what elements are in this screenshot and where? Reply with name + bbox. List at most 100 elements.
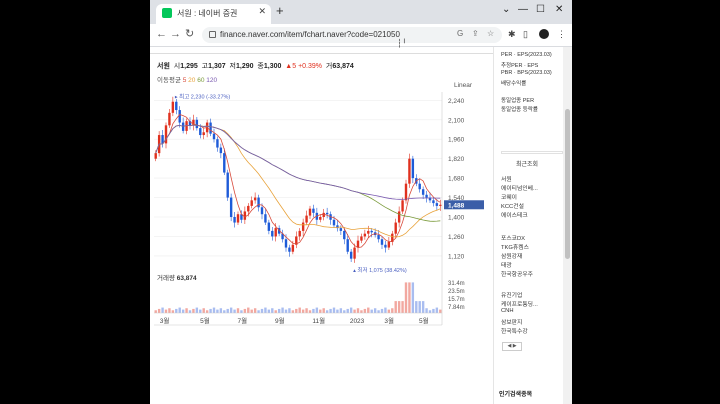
candle-body bbox=[236, 214, 240, 223]
x-tick-label: 3월 bbox=[384, 316, 394, 325]
candle-body bbox=[363, 233, 367, 237]
close-window-icon[interactable]: ✕ bbox=[555, 4, 563, 16]
candle-body bbox=[325, 212, 329, 215]
volume-bar bbox=[312, 308, 315, 313]
naver-favicon-icon bbox=[162, 8, 172, 18]
bookmark-star-icon[interactable]: ☆ bbox=[487, 29, 494, 38]
volume-bar bbox=[185, 308, 188, 313]
volume-bar bbox=[178, 307, 181, 313]
share-icon[interactable]: ⇪ bbox=[472, 29, 479, 38]
candle-body bbox=[271, 230, 274, 237]
recent-item[interactable]: 한국항공우주 bbox=[501, 269, 533, 278]
browser-window: 서원 : 네이버 증권 ✕ + ⌄ — ☐ ✕ ← → ↻ finance.na… bbox=[150, 0, 572, 404]
x-tick-label: 5월 bbox=[200, 316, 210, 325]
minimize-icon[interactable]: — bbox=[518, 4, 528, 16]
reload-icon[interactable]: ↻ bbox=[185, 27, 194, 41]
extensions-icon[interactable]: ✱ bbox=[508, 28, 516, 40]
volume-bar bbox=[226, 308, 229, 313]
recent-item[interactable]: 유진기업 bbox=[501, 290, 522, 299]
volume-panel-label: 거래량 63,874 bbox=[157, 272, 197, 282]
volume-tick-label: 31.4m bbox=[448, 281, 465, 287]
volume-bar bbox=[154, 310, 157, 313]
recent-pager[interactable]: ◀ ▶ bbox=[502, 342, 522, 351]
recent-item[interactable]: 삼원강재 bbox=[501, 251, 522, 260]
scrollbar-thumb[interactable] bbox=[565, 109, 570, 259]
volume-bar bbox=[346, 308, 349, 313]
back-icon[interactable]: ← bbox=[156, 27, 167, 41]
new-tab-button[interactable]: + bbox=[276, 4, 284, 18]
high-annotation: ▸ 최고 2,230 (-33.27%) bbox=[175, 93, 231, 101]
volume-bar bbox=[380, 308, 384, 313]
recent-item[interactable]: 에이스테크 bbox=[501, 210, 528, 219]
candle-body bbox=[312, 208, 315, 213]
volume-bar bbox=[384, 307, 387, 313]
volume-bar bbox=[349, 307, 353, 313]
volume-bar bbox=[274, 310, 277, 313]
low-annotation: ▴ 최저 1,075 (38.42%) bbox=[353, 266, 407, 274]
recent-item[interactable]: 포스코DX bbox=[501, 233, 525, 242]
candle-body bbox=[308, 208, 312, 216]
candle-body bbox=[418, 183, 421, 190]
candle-body bbox=[264, 214, 267, 223]
address-bar[interactable]: finance.naver.com/item/fchart.naver?code… bbox=[202, 27, 502, 43]
recent-item[interactable]: TKG휴켐스 bbox=[501, 242, 529, 251]
candle-body bbox=[435, 203, 439, 206]
candle-body bbox=[247, 205, 250, 212]
volume-bar bbox=[157, 308, 161, 313]
tab-active[interactable]: 서원 : 네이버 증권 ✕ bbox=[156, 4, 271, 24]
candle-body bbox=[284, 239, 288, 248]
candle-body bbox=[250, 200, 253, 206]
volume-bar bbox=[428, 310, 432, 313]
recent-item[interactable]: 에이티넘인베... bbox=[501, 183, 538, 192]
volume-tick-label: 15.7m bbox=[448, 297, 465, 303]
candle-body bbox=[219, 147, 223, 154]
forward-icon[interactable]: → bbox=[170, 27, 181, 41]
google-icon[interactable]: G bbox=[457, 29, 463, 38]
volume-bar bbox=[284, 309, 288, 313]
tab-close-icon[interactable]: ✕ bbox=[258, 6, 266, 17]
volume-bar bbox=[168, 308, 171, 313]
candle-body bbox=[267, 222, 271, 231]
chevron-down-icon[interactable]: ⌄ bbox=[502, 4, 510, 16]
volume-bar bbox=[199, 309, 202, 313]
volume-bar bbox=[240, 310, 243, 313]
price-chart[interactable]: 2,2402,1001,9601,8201,6801,5401,4001,260… bbox=[150, 47, 493, 404]
recent-item[interactable]: CNH bbox=[501, 308, 514, 314]
volume-bar bbox=[212, 307, 216, 313]
recent-item[interactable]: KCC건설 bbox=[501, 201, 524, 210]
ma120-line bbox=[155, 124, 441, 200]
volume-bar bbox=[377, 310, 380, 313]
y-tick-label: 2,100 bbox=[448, 117, 465, 124]
volume-bar bbox=[301, 309, 305, 313]
volume-bar bbox=[305, 308, 308, 313]
url-text[interactable]: finance.naver.com/item/fchart.naver?code… bbox=[220, 30, 400, 39]
maximize-icon[interactable]: ☐ bbox=[536, 4, 545, 16]
candle-body bbox=[360, 236, 363, 241]
candle-body bbox=[339, 228, 343, 231]
candle-body bbox=[243, 211, 247, 220]
recent-item[interactable]: 서원 bbox=[501, 174, 512, 183]
volume-bar bbox=[161, 307, 164, 313]
candle-body bbox=[349, 251, 353, 259]
ma5-line bbox=[155, 114, 441, 249]
candle-body bbox=[212, 133, 216, 140]
sidepanel-icon[interactable]: ▯ bbox=[523, 28, 528, 40]
volume-bar bbox=[229, 307, 233, 313]
volume-bar bbox=[332, 307, 336, 313]
volume-bar bbox=[181, 309, 185, 313]
recent-item[interactable]: 코웨이 bbox=[501, 192, 517, 201]
recent-item[interactable]: 삼보판지 bbox=[501, 317, 522, 326]
menu-icon[interactable]: ⋮ bbox=[557, 28, 566, 40]
dividend-yield: 배당수익률 bbox=[501, 81, 527, 87]
candle-body bbox=[356, 240, 360, 248]
x-tick-label: 11월 bbox=[312, 316, 325, 325]
recent-item[interactable]: 케이프로퉁딩... bbox=[501, 299, 538, 308]
avatar[interactable] bbox=[539, 29, 549, 39]
recent-item[interactable]: 한국특수강 bbox=[501, 326, 528, 335]
volume-bar bbox=[401, 301, 404, 313]
volume-tick-label: 7.84m bbox=[448, 305, 465, 311]
volume-bar bbox=[209, 308, 212, 313]
recent-item[interactable]: 태광 bbox=[501, 260, 512, 269]
chart-panel: ┆╵ 서원 시1,295 고1,307 저1,290 종1,300 ▲5 +0.… bbox=[150, 39, 493, 404]
x-tick-label: 2023 bbox=[350, 318, 365, 325]
